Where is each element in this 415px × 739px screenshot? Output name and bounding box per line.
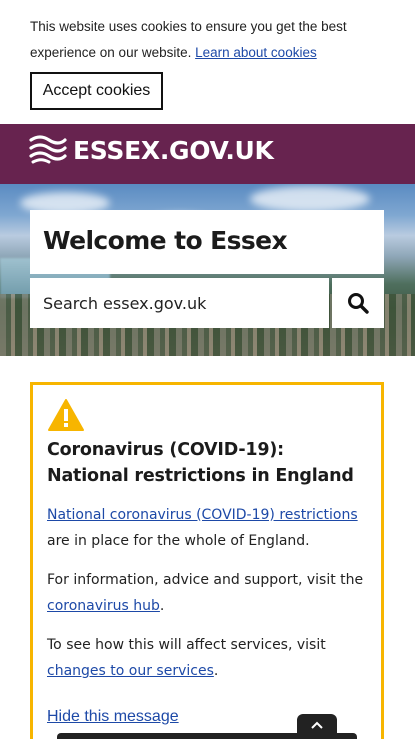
learn-about-cookies-link[interactable]: Learn about cookies (195, 45, 317, 60)
welcome-box: Welcome to Essex (30, 210, 384, 274)
alert-text: To see how this will affect services, vi… (47, 637, 326, 653)
search-button[interactable] (332, 278, 384, 328)
cookie-banner: This website uses cookies to ensure you … (0, 0, 415, 124)
cookie-message: This website uses cookies to ensure you … (30, 14, 385, 66)
hero-cloud (250, 186, 370, 212)
covid-alert: Coronavirus (COVID-19): National restric… (30, 382, 384, 739)
coronavirus-hub-link[interactable]: coronavirus hub (47, 598, 160, 614)
hero-banner: Welcome to Essex (0, 184, 415, 356)
changes-to-services-link[interactable]: changes to our services (47, 663, 214, 679)
alert-text: are in place for the whole of England. (47, 533, 310, 549)
bottom-toolbar (57, 733, 357, 739)
search-icon (348, 293, 369, 314)
warning-triangle-icon (48, 399, 84, 431)
alert-paragraph: National coronavirus (COVID-19) restrict… (47, 502, 369, 554)
alert-text: For information, advice and support, vis… (47, 572, 364, 588)
hide-message-link[interactable]: Hide this message (47, 708, 179, 726)
alert-paragraph: To see how this will affect services, vi… (47, 632, 369, 684)
accept-cookies-button[interactable]: Accept cookies (30, 72, 163, 110)
alert-text: . (213, 663, 219, 679)
alert-text: . (159, 598, 165, 614)
alert-paragraph: For information, advice and support, vis… (47, 567, 369, 619)
essex-logo-icon[interactable] (29, 134, 67, 166)
site-brand-name[interactable]: ESSEX.GOV.UK (73, 136, 274, 165)
site-header: ESSEX.GOV.UK (0, 124, 415, 184)
national-restrictions-link[interactable]: National coronavirus (COVID-19) restrict… (47, 507, 358, 523)
chevron-up-icon (311, 721, 323, 729)
search-input[interactable] (30, 278, 329, 328)
alert-title: Coronavirus (COVID-19): National restric… (47, 440, 354, 486)
page-title: Welcome to Essex (43, 226, 288, 255)
